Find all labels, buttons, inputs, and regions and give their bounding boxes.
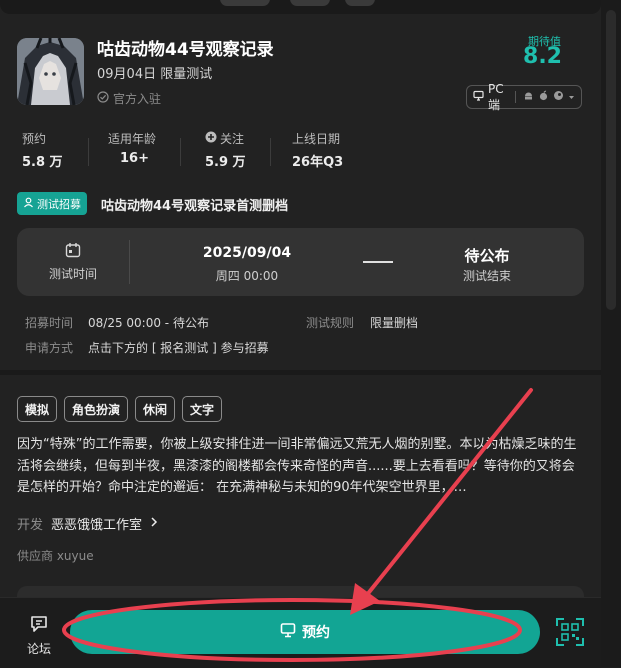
official-label: 官方入驻	[113, 92, 162, 106]
chat-bubble-icon	[29, 616, 49, 638]
forum-button[interactable]: 论坛	[20, 614, 58, 657]
stat-label: 适用年龄	[108, 132, 157, 146]
top-tab-fragment[interactable]	[345, 0, 375, 6]
monitor-icon	[473, 90, 484, 104]
supplier-info: 供应商 xuyue	[17, 549, 94, 563]
tag-roleplay[interactable]: 角色扮演	[64, 396, 129, 422]
stats-row: 预约 5.8 万 适用年龄 16+ 关注 5.9 万 上线日期 26年Q3	[0, 130, 400, 170]
recruit-time-key: 招募时间	[25, 316, 74, 330]
stat-divider	[180, 138, 181, 166]
stat-value: 5.8 万	[22, 155, 63, 170]
top-tab-strip	[0, 0, 601, 14]
stat-age-rating: 适用年龄 16+	[108, 130, 156, 170]
stat-divider	[88, 138, 89, 166]
game-description[interactable]: 因为“特殊”的工作需要，你被上级安排住进一间非常偏远又荒无人烟的别墅。本以为枯燥…	[17, 434, 587, 499]
apply-method-key: 申请方式	[25, 341, 74, 355]
stat-value: 26年Q3	[292, 155, 344, 170]
section-divider	[0, 370, 601, 375]
apple-icon	[538, 90, 549, 104]
stat-label-row: 关注	[205, 130, 246, 147]
reserve-label: 预约	[302, 625, 330, 641]
scrollbar-thumb[interactable]	[606, 10, 616, 310]
developer-key: 开发	[17, 518, 44, 533]
stat-label: 上线日期	[292, 132, 341, 146]
test-start-date: 2025/09/04	[202, 245, 292, 261]
scrollbar[interactable]	[601, 0, 621, 667]
stat-divider	[270, 138, 271, 166]
android-icon	[523, 90, 534, 104]
divider	[129, 240, 130, 284]
platform-label: PC端	[488, 81, 504, 112]
stat-label: 预约	[22, 132, 47, 146]
range-dash	[363, 261, 393, 263]
monitor-icon	[280, 622, 296, 642]
stat-followers[interactable]: 关注 5.9 万	[205, 130, 246, 170]
test-recruit-badge: 测试招募	[17, 192, 87, 215]
tag-simulation[interactable]: 模拟	[17, 396, 58, 422]
test-rule-value: 限量删档	[370, 316, 419, 330]
apply-method-value: 点击下方的 [ 报名测试 ] 参与招募	[88, 341, 269, 355]
qr-code-icon[interactable]	[556, 618, 584, 646]
top-tab-fragment[interactable]	[220, 0, 270, 6]
stat-value: 16+	[120, 151, 149, 166]
game-title: 咕齿动物44号观察记录	[97, 40, 274, 60]
test-time-label: 测试时间	[48, 267, 97, 281]
plus-circle-icon	[205, 131, 217, 146]
tag-text[interactable]: 文字	[182, 396, 223, 422]
platform-selector[interactable]: PC端	[466, 82, 582, 112]
official-badge: 官方入驻	[97, 90, 161, 107]
chevron-right-icon	[150, 516, 158, 531]
calendar-icon	[65, 242, 81, 262]
divider	[515, 91, 516, 103]
test-end-label: 测试结束	[462, 269, 511, 283]
chevron-down-icon	[568, 90, 575, 104]
test-time-block: 测试时间	[17, 228, 129, 296]
game-cover-image[interactable]	[17, 38, 84, 105]
steam-icon	[553, 90, 564, 104]
expectation-score: 8.2	[523, 44, 562, 69]
stat-label: 关注	[220, 132, 245, 146]
stat-release-date: 上线日期 26年Q3	[292, 130, 343, 170]
user-icon	[23, 197, 34, 211]
reserve-button[interactable]: 预约	[70, 610, 540, 654]
game-detail-panel: 咕齿动物44号观察记录 09月04日 限量测试 官方入驻 期待值 8.2 PC端…	[0, 0, 601, 668]
tag-casual[interactable]: 休闲	[135, 396, 176, 422]
badge-label: 测试招募	[37, 197, 81, 211]
top-tab-fragment[interactable]	[290, 0, 330, 6]
test-start-time: 周四 00:00	[215, 269, 279, 283]
developer-name: 恶恶饿饿工作室	[51, 518, 143, 533]
check-circle-icon	[97, 91, 109, 106]
genre-tags: 模拟 角色扮演 休闲 文字	[17, 396, 223, 422]
recruit-title[interactable]: 咕齿动物44号观察记录首测删档	[101, 195, 288, 214]
test-end-status: 待公布	[464, 247, 510, 265]
stat-value: 5.9 万	[205, 155, 246, 170]
forum-label: 论坛	[26, 642, 51, 656]
stat-reservations: 预约 5.8 万	[22, 130, 63, 170]
test-rule-key: 测试规则	[306, 316, 355, 330]
recruit-time-value: 08/25 00:00 - 待公布	[88, 316, 209, 330]
developer-row[interactable]: 开发 恶恶饿饿工作室	[17, 514, 158, 533]
test-date-subtitle: 09月04日 限量测试	[97, 67, 213, 82]
test-schedule-card: 测试时间 2025/09/04 周四 00:00 待公布 测试结束	[17, 228, 584, 296]
